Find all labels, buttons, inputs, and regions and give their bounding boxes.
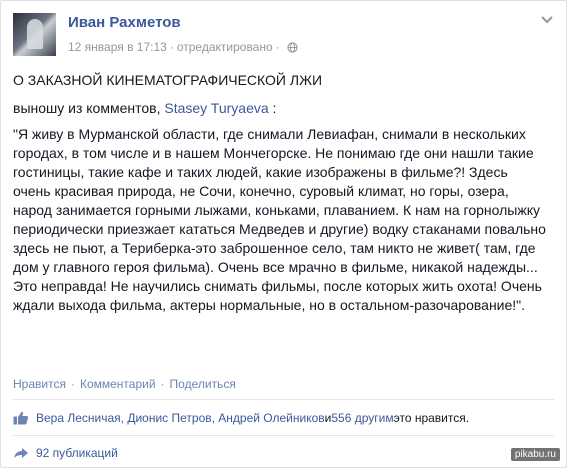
share-button[interactable]: Поделиться [170,377,236,391]
author-name[interactable]: Иван Рахметов [68,14,181,31]
mention-link[interactable]: Stasey Turyaeva [164,100,268,116]
post-meta: 12 января в 17:13 · отредактировано · [68,40,298,54]
action-separator: · [160,377,165,391]
chevron-down-icon[interactable] [540,15,554,25]
share-arrow-icon [14,448,28,459]
edited-label[interactable]: отредактировано [177,40,273,54]
post-body: "Я живу в Мурманской области, где снимал… [13,126,546,313]
post-card: Иван Рахметов 12 января в 17:13 · отреда… [0,0,567,468]
author-avatar[interactable] [13,13,56,56]
post-actions: Нравится · Комментарий · Поделиться [13,377,236,391]
divider [13,435,554,436]
divider [13,399,554,400]
post-title: О ЗАКАЗНОЙ КИНЕМАТОГРАФИЧЕСКОЙ ЛЖИ [13,72,323,88]
watermark: pikabu.ru [510,448,560,461]
likes-suffix: это нравится. [393,411,470,425]
shares-count: 92 публикаций [36,446,118,460]
globe-icon[interactable] [287,41,298,53]
post-date[interactable]: 12 января в 17:13 [68,40,167,54]
avatar-figure [27,19,43,49]
action-separator: · [70,377,75,391]
shares-link[interactable]: 92 публикаций [13,446,118,460]
like-button[interactable]: Нравится [13,377,66,391]
likes-summary: Вера Лесничая, Дионис Петров, Андрей Оле… [13,411,469,425]
meta-separator: · [169,40,174,54]
comment-button[interactable]: Комментарий [80,377,156,391]
thumbs-up-icon [13,411,29,425]
post-intro: выношу из комментов, Stasey Turyaeva : [13,100,553,116]
meta-separator: · [275,40,280,54]
likes-conjunction: и [324,411,332,425]
intro-suffix: : [268,100,277,116]
likes-others-link[interactable]: 556 другим [331,411,393,425]
intro-text: выношу из комментов, [13,100,165,116]
likers-names[interactable]: Вера Лесничая, Дионис Петров, Андрей Оле… [36,411,325,425]
